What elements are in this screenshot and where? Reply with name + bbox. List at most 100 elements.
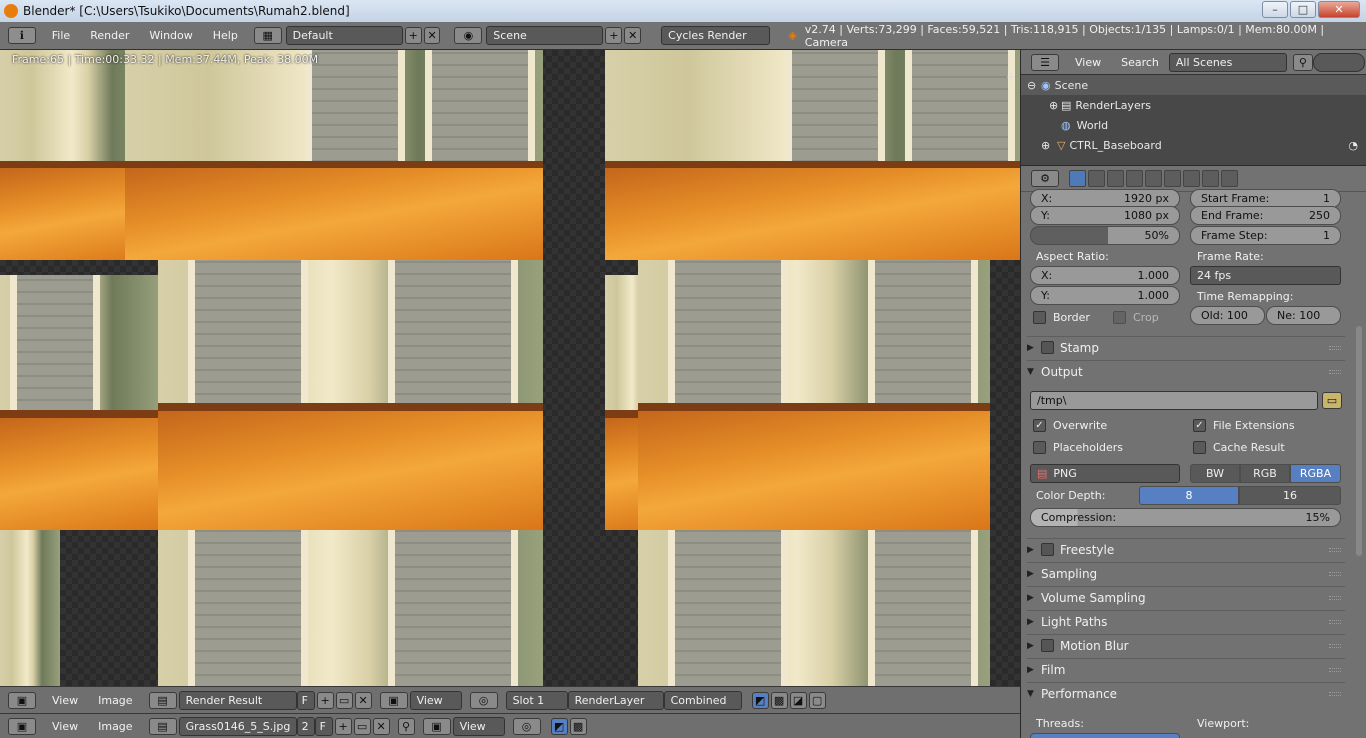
draw-alpha-icon[interactable]: ▩ bbox=[770, 691, 788, 709]
border-checkbox[interactable]: Border bbox=[1033, 311, 1090, 324]
draw-z-icon[interactable]: ◪ bbox=[789, 691, 807, 709]
expand-region-icon[interactable]: + bbox=[1006, 70, 1016, 84]
menu-image[interactable]: Image bbox=[88, 694, 142, 707]
visibility-eye-icon[interactable]: ◔ bbox=[1348, 139, 1358, 152]
editor-type-image-icon-2[interactable]: ▣ bbox=[8, 717, 36, 735]
file-format-select[interactable]: ▤ PNG bbox=[1030, 464, 1180, 483]
editor-type-image-icon[interactable]: ▣ bbox=[8, 691, 36, 709]
color-depth-8-button[interactable]: 8 bbox=[1139, 486, 1239, 505]
outliner-search-input[interactable] bbox=[1312, 52, 1365, 72]
time-remap-old-field[interactable]: Old: 100 bbox=[1190, 306, 1265, 325]
output-panel-header[interactable]: ▼ Output bbox=[1027, 360, 1345, 382]
close-button[interactable]: ✕ bbox=[1318, 1, 1360, 18]
new-image-icon-2[interactable]: + bbox=[334, 717, 352, 735]
aspect-y-field[interactable]: Y: 1.000 bbox=[1030, 286, 1180, 305]
outliner-row-renderlayers[interactable]: ⊕ ▤ RenderLayers bbox=[1021, 95, 1366, 115]
pin-icon[interactable]: ⚲ bbox=[397, 717, 415, 735]
menu-help[interactable]: Help bbox=[203, 29, 248, 42]
constraints-tab-icon[interactable] bbox=[1164, 170, 1181, 187]
menu-view-2[interactable]: View bbox=[42, 720, 88, 733]
output-path-input[interactable]: /tmp\ bbox=[1030, 391, 1318, 410]
maximize-button[interactable]: □ bbox=[1290, 1, 1316, 18]
editor-type-info-icon[interactable]: ℹ bbox=[8, 27, 36, 44]
file-extensions-checkbox[interactable]: ✓ File Extensions bbox=[1193, 419, 1295, 432]
material-tab-icon[interactable] bbox=[1202, 170, 1219, 187]
placeholders-checkbox[interactable]: Placeholders bbox=[1033, 441, 1123, 454]
fake-user-button-2[interactable]: F bbox=[314, 716, 333, 736]
object-tab-icon[interactable] bbox=[1145, 170, 1162, 187]
aspect-x-field[interactable]: X: 1.000 bbox=[1030, 266, 1180, 285]
add-scene-icon[interactable]: + bbox=[605, 27, 623, 44]
draw-copy-icon[interactable]: ▢ bbox=[808, 691, 826, 709]
frame-step-field[interactable]: Frame Step: 1 bbox=[1190, 226, 1341, 245]
folder-icon[interactable]: ▭ bbox=[1322, 392, 1342, 409]
threads-mode-button[interactable] bbox=[1030, 733, 1180, 738]
draw-alpha-icon-2[interactable]: ▩ bbox=[569, 717, 587, 735]
add-layout-icon[interactable]: + bbox=[404, 27, 422, 44]
frame-rate-select[interactable]: 24 fps bbox=[1190, 266, 1341, 285]
renderlayers-tab-icon[interactable] bbox=[1088, 170, 1105, 187]
resolution-y-field[interactable]: Y: 1080 px bbox=[1030, 206, 1180, 225]
menu-image-2[interactable]: Image bbox=[88, 720, 142, 733]
scene-field[interactable]: Scene bbox=[486, 26, 604, 45]
time-remap-new-field[interactable]: Ne: 100 bbox=[1266, 306, 1341, 325]
new-image-icon[interactable]: + bbox=[316, 691, 334, 709]
draw-rgba-icon[interactable]: ◩ bbox=[751, 691, 769, 709]
menu-file[interactable]: File bbox=[42, 29, 80, 42]
properties-scrollbar[interactable] bbox=[1356, 326, 1362, 556]
slot-select[interactable]: Slot 1 bbox=[505, 690, 568, 710]
render-layer-select[interactable]: RenderLayer bbox=[567, 690, 664, 710]
collapse-arrow-icon[interactable]: ⊖ bbox=[1027, 79, 1041, 92]
screen-layout-icon[interactable]: ▦ bbox=[253, 27, 282, 44]
film-panel-header[interactable]: ▶ Film bbox=[1027, 658, 1345, 680]
image-viewport[interactable]: Frame:65 | Time:00:33.32 | Mem:37.44M, P… bbox=[0, 50, 1020, 686]
outliner-menu-view[interactable]: View bbox=[1065, 56, 1111, 69]
menu-render[interactable]: Render bbox=[80, 29, 139, 42]
editor-type-outliner-icon[interactable]: ☰ bbox=[1031, 53, 1059, 71]
view-mode-select[interactable]: View bbox=[409, 690, 462, 710]
overwrite-checkbox[interactable]: ✓ Overwrite bbox=[1033, 419, 1107, 432]
volume-sampling-panel-header[interactable]: ▶ Volume Sampling bbox=[1027, 586, 1345, 608]
image-name-field-2[interactable]: Grass0146_5_S.jpg bbox=[178, 716, 297, 736]
screen-layout-field[interactable]: Default bbox=[285, 26, 403, 45]
outliner-row-world[interactable]: ◍ World bbox=[1021, 115, 1366, 135]
unlink-image-icon-2[interactable]: ✕ bbox=[372, 717, 390, 735]
display-mode-icon[interactable]: ▣ bbox=[379, 691, 408, 709]
users-count[interactable]: 2 bbox=[296, 716, 315, 736]
color-depth-16-button[interactable]: 16 bbox=[1239, 486, 1341, 505]
pivot-icon[interactable]: ◎ bbox=[469, 691, 498, 709]
open-image-icon-2[interactable]: ▭ bbox=[353, 717, 371, 735]
remove-scene-icon[interactable]: ✕ bbox=[624, 27, 642, 44]
editor-type-properties-icon[interactable]: ⚙ bbox=[1031, 170, 1059, 187]
resolution-percentage-slider[interactable]: 50% bbox=[1030, 226, 1180, 245]
unlink-image-icon[interactable]: ✕ bbox=[354, 691, 372, 709]
display-mode-select[interactable]: All Scenes bbox=[1168, 52, 1287, 72]
open-image-icon[interactable]: ▭ bbox=[335, 691, 353, 709]
render-pass-select[interactable]: Combined bbox=[663, 690, 742, 710]
compression-slider[interactable]: Compression: 15% bbox=[1030, 508, 1341, 527]
display-mode-icon-2[interactable]: ▣ bbox=[422, 717, 451, 735]
expand-arrow-icon[interactable]: ⊕ bbox=[1049, 99, 1061, 112]
cache-result-checkbox[interactable]: Cache Result bbox=[1193, 441, 1285, 454]
sampling-panel-header[interactable]: ▶ Sampling bbox=[1027, 562, 1345, 584]
texture-tab-icon[interactable] bbox=[1221, 170, 1238, 187]
scene-icon[interactable]: ◉ bbox=[454, 27, 483, 44]
render-engine-select[interactable]: Cycles Render bbox=[661, 26, 771, 45]
stamp-panel-header[interactable]: ▶ Stamp bbox=[1027, 336, 1345, 358]
scene-tab-icon[interactable] bbox=[1107, 170, 1124, 187]
outliner-row-scene[interactable]: ⊖ ◉ Scene bbox=[1021, 75, 1366, 95]
light-paths-panel-header[interactable]: ▶ Light Paths bbox=[1027, 610, 1345, 632]
menu-view[interactable]: View bbox=[42, 694, 88, 707]
crop-checkbox[interactable]: Crop bbox=[1113, 311, 1159, 324]
color-rgb-button[interactable]: RGB bbox=[1240, 464, 1290, 483]
outliner-menu-search[interactable]: Search bbox=[1111, 56, 1169, 69]
color-bw-button[interactable]: BW bbox=[1190, 464, 1240, 483]
expand-arrow-icon[interactable]: ⊕ bbox=[1041, 139, 1057, 152]
modifiers-tab-icon[interactable] bbox=[1183, 170, 1200, 187]
freestyle-panel-header[interactable]: ▶ Freestyle bbox=[1027, 538, 1345, 560]
outliner-row-object[interactable]: ⊕ ▽ CTRL_Baseboard ◔ bbox=[1021, 135, 1366, 155]
render-tab-icon[interactable] bbox=[1069, 170, 1086, 187]
world-tab-icon[interactable] bbox=[1126, 170, 1143, 187]
color-rgba-button[interactable]: RGBA bbox=[1290, 464, 1341, 483]
remove-layout-icon[interactable]: ✕ bbox=[423, 27, 441, 44]
